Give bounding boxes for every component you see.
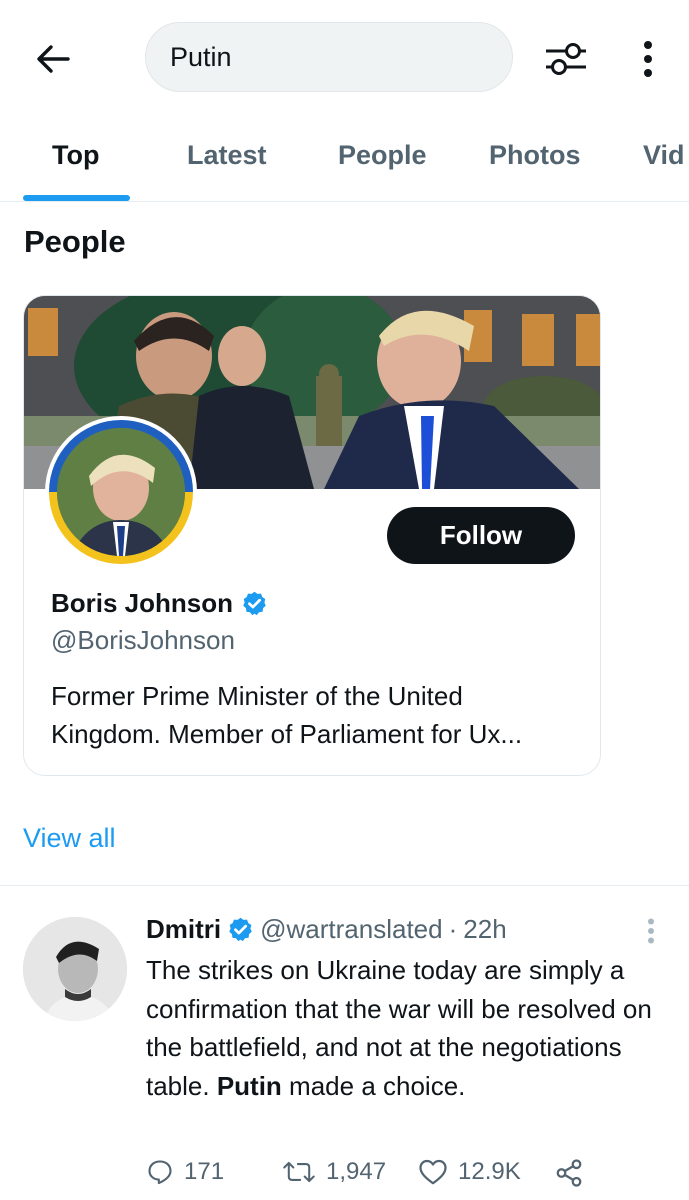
tab-top[interactable]: Top — [52, 140, 99, 171]
profile-bio: Former Prime Minister of the United King… — [51, 677, 581, 753]
profile-bio-line: Kingdom. Member of Parliament for Ux... — [51, 719, 523, 749]
retweet-count: 1,947 — [326, 1158, 387, 1185]
share-button[interactable] — [554, 1158, 584, 1188]
reply-count: 171 — [184, 1158, 225, 1185]
search-tabs: Top Latest People Photos Vid — [0, 118, 689, 202]
tweet-more-button[interactable] — [638, 914, 664, 948]
like-count: 12.9K — [458, 1158, 521, 1185]
like-button[interactable]: 12.9K — [418, 1158, 521, 1186]
top-bar — [0, 0, 689, 118]
more-vertical-icon — [648, 918, 654, 944]
retweet-icon — [283, 1161, 315, 1183]
tab-photos[interactable]: Photos — [489, 140, 581, 171]
profile-handle: @BorisJohnson — [51, 625, 235, 655]
user-card[interactable]: Follow Boris Johnson @BorisJohnson Forme… — [23, 295, 601, 776]
tab-latest[interactable]: Latest — [187, 140, 267, 171]
back-button[interactable] — [30, 36, 76, 82]
verified-badge-icon — [229, 917, 252, 942]
share-icon — [556, 1159, 582, 1187]
tweet-avatar[interactable] — [23, 917, 127, 1021]
reply-icon — [148, 1160, 172, 1185]
arrow-left-icon — [37, 45, 70, 73]
section-divider — [0, 885, 689, 886]
search-input[interactable] — [170, 41, 512, 73]
view-all-link[interactable]: View all — [23, 823, 116, 854]
heart-icon — [419, 1159, 447, 1185]
retweet-button[interactable]: 1,947 — [282, 1158, 386, 1186]
more-options-button[interactable] — [628, 34, 668, 84]
tweet-timestamp[interactable]: 22h — [463, 914, 506, 945]
profile-name: Boris Johnson — [51, 588, 234, 618]
reply-button[interactable]: 171 — [146, 1158, 224, 1186]
tab-people[interactable]: People — [338, 140, 427, 171]
avatar[interactable] — [45, 416, 197, 568]
people-section-title: People — [24, 224, 126, 259]
follow-button[interactable]: Follow — [387, 507, 575, 564]
tweet-text-part: made a choice. — [281, 1070, 466, 1101]
profile-name-row: Boris Johnson — [51, 588, 268, 619]
search-field[interactable] — [145, 22, 513, 92]
search-filter-button[interactable] — [540, 34, 592, 84]
profile-bio-line: Former Prime Minister of the United — [51, 681, 463, 711]
tweet-text-highlight: Putin — [216, 1070, 282, 1101]
tweet-text: The strikes on Ukraine today are simply … — [146, 951, 666, 1105]
tweet-actions: 171 1,947 12.9K — [146, 1158, 666, 1198]
active-tab-indicator — [23, 195, 130, 201]
more-vertical-icon — [644, 41, 652, 77]
tab-videos[interactable]: Vid — [643, 140, 685, 171]
search-results-screen: Top Latest People Photos Vid People — [0, 0, 689, 1200]
tweet-author-name[interactable]: Dmitri — [146, 914, 221, 945]
tweet-separator: · — [448, 914, 458, 944]
sliders-icon — [546, 43, 586, 75]
tweet-header: Dmitri @wartranslated · 22h — [146, 914, 507, 945]
verified-badge-icon — [243, 591, 266, 616]
tweet-author-handle[interactable]: @wartranslated — [260, 914, 442, 945]
